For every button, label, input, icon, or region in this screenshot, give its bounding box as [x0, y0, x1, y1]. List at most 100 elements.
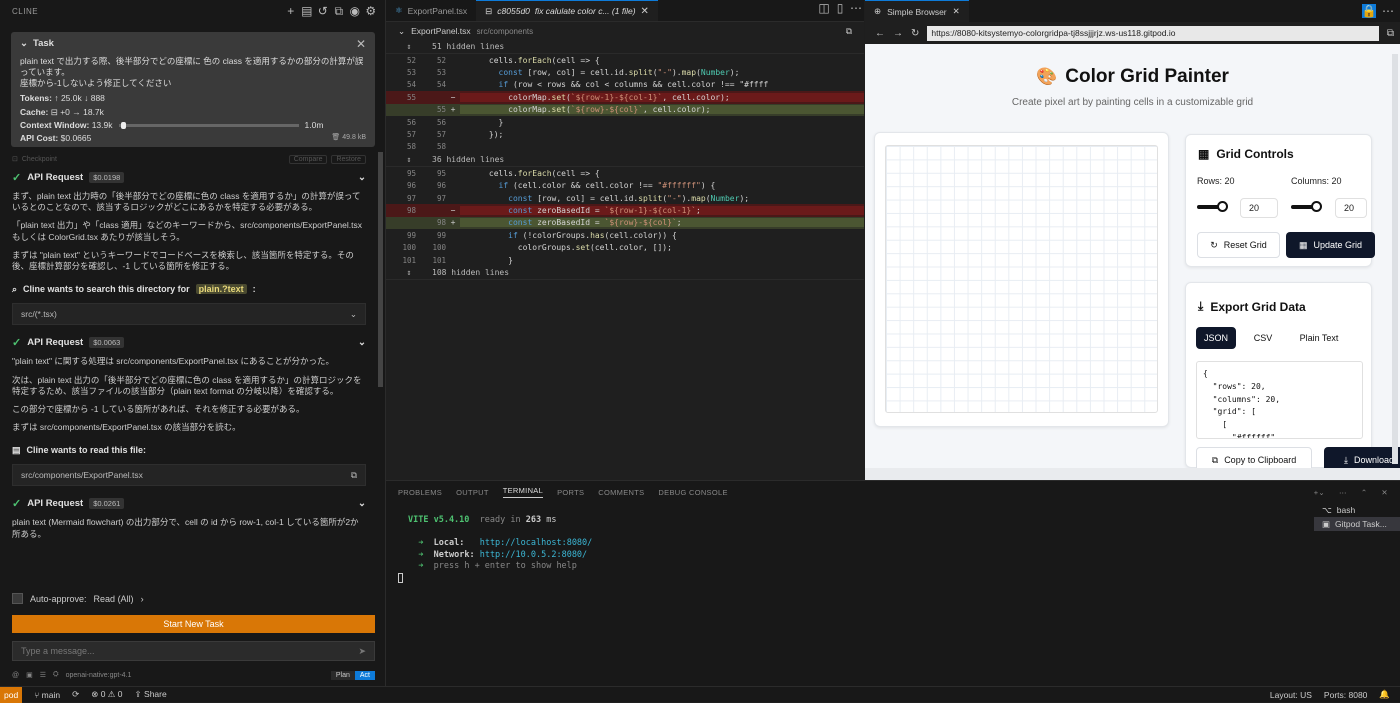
copy-button[interactable]: ⧉ Copy to Clipboard [1196, 447, 1312, 468]
tab-ports[interactable]: PORTS [557, 488, 584, 497]
format-json-button[interactable]: JSON [1196, 327, 1236, 349]
page-scrollbar[interactable] [1392, 54, 1398, 464]
url-input[interactable]: https://8080-kitsystemyo-colorgridpa-tj8… [927, 25, 1379, 41]
horizontal-scrollbar[interactable] [865, 468, 1400, 480]
expand-icon[interactable]: ⇕ [386, 155, 432, 164]
chat-history[interactable]: ⊡ Checkpoint Compare Restore ✓ API Reque… [0, 152, 378, 590]
api-request-3[interactable]: ✓ API Request $0.0261 ⌄ [12, 492, 366, 514]
local-url[interactable]: http://localhost:8080/ [480, 538, 593, 548]
read-file-field[interactable]: src/components/ExportPanel.tsx ⧉ [12, 464, 366, 487]
api-request-2[interactable]: ✓ API Request $0.0063 ⌄ [12, 331, 366, 353]
tab-terminal[interactable]: TERMINAL [502, 486, 544, 498]
download-button[interactable]: ⤓ Download [1324, 447, 1400, 468]
rows-input[interactable]: 20 [1240, 198, 1278, 218]
send-icon[interactable]: ➤ [358, 646, 366, 657]
paint-grid[interactable] [885, 145, 1158, 413]
chevron-down-icon[interactable]: ⌄ [398, 26, 405, 37]
close-icon[interactable]: ✕ [356, 37, 366, 53]
bell-icon[interactable]: 🔔 [1379, 689, 1390, 700]
split-editor-icon[interactable]: ◫ [816, 0, 832, 16]
hidden-lines[interactable]: ⇕ 51 hidden lines [386, 40, 864, 54]
at-icon[interactable]: @ [12, 672, 19, 679]
plan-act-toggle[interactable]: Plan Act [330, 670, 375, 680]
close-icon[interactable]: ✕ [953, 6, 960, 17]
remote-indicator[interactable]: pod [0, 686, 23, 703]
auto-approve[interactable]: Auto-approve: Read (All) › [12, 593, 144, 604]
hidden-lines[interactable]: ⇕ 36 hidden lines [386, 153, 864, 168]
network-url[interactable]: http://10.0.5.2:8080/ [480, 550, 587, 560]
model-selector[interactable]: openai-native:gpt-4.1 [66, 672, 132, 679]
api-request-1[interactable]: ✓ API Request $0.0198 ⌄ [12, 166, 366, 188]
branch-item[interactable]: ⑂ main [34, 690, 60, 700]
auto-approve-checkbox[interactable] [12, 593, 23, 604]
act-option[interactable]: Act [354, 670, 375, 680]
terminal-item-gitpod[interactable]: ▣ Gitpod Task... [1314, 517, 1400, 531]
expand-icon[interactable]: ⇕ [386, 268, 432, 277]
chevron-down-icon[interactable]: ⌄ [358, 172, 366, 183]
expand-icon[interactable]: ⇕ [386, 42, 432, 51]
export-preview[interactable]: { "rows": 20, "columns": 20, "grid": [ [… [1196, 361, 1363, 439]
tab-output[interactable]: OUTPUT [456, 488, 489, 497]
lock-icon[interactable]: 🔒 [1362, 4, 1376, 18]
terminal-output[interactable]: VITE v5.4.10 ready in 263 ms ➜ Local: ht… [398, 515, 593, 585]
diff-content[interactable]: ⇕ 51 hidden lines 52 52 cells.forEach(cell… [386, 40, 864, 281]
diff-file-header[interactable]: ⌄ ExportPanel.tsx src/components ⧉ [386, 22, 864, 40]
external-link-icon[interactable]: ⧉ [351, 470, 357, 481]
layout-item[interactable]: Layout: US [1270, 690, 1312, 700]
reset-grid-button[interactable]: ↻ Reset Grid [1197, 232, 1280, 258]
chevron-down-icon[interactable]: ⌄ [20, 38, 28, 50]
trash-icon[interactable]: 🗑 [331, 134, 340, 141]
tab-comments[interactable]: COMMENTS [598, 488, 644, 497]
close-icon[interactable]: ✕ [641, 6, 649, 17]
columns-slider[interactable] [1291, 201, 1322, 212]
back-icon[interactable]: ← [875, 28, 885, 39]
chevron-down-icon[interactable]: ⌄ [358, 498, 366, 509]
chat-scrollbar[interactable] [378, 152, 383, 387]
columns-slider-thumb[interactable] [1311, 201, 1322, 212]
close-icon[interactable]: ✕ [1381, 488, 1388, 497]
tab-simple-browser[interactable]: ⊕ Simple Browser ✕ [865, 0, 969, 22]
format-plain-button[interactable]: Plain Text [1290, 327, 1348, 349]
format-csv-button[interactable]: CSV [1244, 327, 1282, 349]
compare-button[interactable]: Compare [288, 154, 328, 164]
more-icon[interactable]: ⋯ [1339, 488, 1347, 497]
ports-item[interactable]: Ports: 8080 [1324, 690, 1367, 700]
mcp-icon[interactable]: ▤ [299, 3, 315, 19]
account-icon[interactable]: ◉ [347, 3, 363, 19]
hidden-lines[interactable]: ⇕ 108 hidden lines [386, 266, 864, 281]
image-icon[interactable]: ▣ [26, 671, 33, 679]
terminal-item-bash[interactable]: ⌥ bash [1314, 503, 1400, 517]
popout-icon[interactable]: ⧉ [331, 3, 347, 19]
open-external-icon[interactable]: ⧉ [1387, 28, 1394, 39]
problems-item[interactable]: ⊗ 0 ⚠ 0 [91, 689, 122, 700]
chevron-down-icon[interactable]: ⌄ [358, 337, 366, 348]
sync-icon[interactable]: ⟳ [72, 689, 79, 700]
share-item[interactable]: ⇪ Share [135, 689, 167, 700]
chevron-down-icon[interactable]: ⌄ [350, 309, 357, 320]
rows-slider[interactable] [1197, 201, 1228, 212]
restore-button[interactable]: Restore [331, 154, 366, 164]
chevron-up-icon[interactable]: ⌃ [1361, 488, 1368, 497]
reload-icon[interactable]: ↻ [911, 28, 919, 39]
plus-icon[interactable]: + [283, 3, 299, 19]
rows-slider-thumb[interactable] [1217, 201, 1228, 212]
more-icon[interactable]: ⋯ [848, 0, 864, 16]
layout-icon[interactable]: ▯ [832, 0, 848, 16]
server-icon[interactable]: ☰ [40, 671, 46, 679]
message-input[interactable]: Type a message... ➤ [12, 641, 375, 661]
plan-option[interactable]: Plan [330, 670, 355, 680]
tab-exportpanel[interactable]: ⚛ ExportPanel.tsx [386, 0, 476, 21]
forward-icon[interactable]: → [893, 28, 903, 39]
history-icon[interactable]: ↺ [315, 3, 331, 19]
gear-icon[interactable]: ⚙ [363, 3, 379, 19]
open-file-icon[interactable]: ⧉ [846, 26, 852, 37]
columns-input[interactable]: 20 [1335, 198, 1367, 218]
new-terminal-icon[interactable]: +⌄ [1314, 488, 1325, 497]
tab-commit-diff[interactable]: ⊟ c8055d0 fix calulate color c... (1 file)… [476, 0, 658, 21]
start-new-task-button[interactable]: Start New Task [12, 615, 375, 633]
more-icon[interactable]: ⋯ [1380, 3, 1396, 19]
update-grid-button[interactable]: ▦ Update Grid [1286, 232, 1375, 258]
search-pattern-field[interactable]: src/(*.tsx) ⌄ [12, 303, 366, 326]
tab-problems[interactable]: PROBLEMS [398, 488, 442, 497]
tab-debug-console[interactable]: DEBUG CONSOLE [658, 488, 727, 497]
